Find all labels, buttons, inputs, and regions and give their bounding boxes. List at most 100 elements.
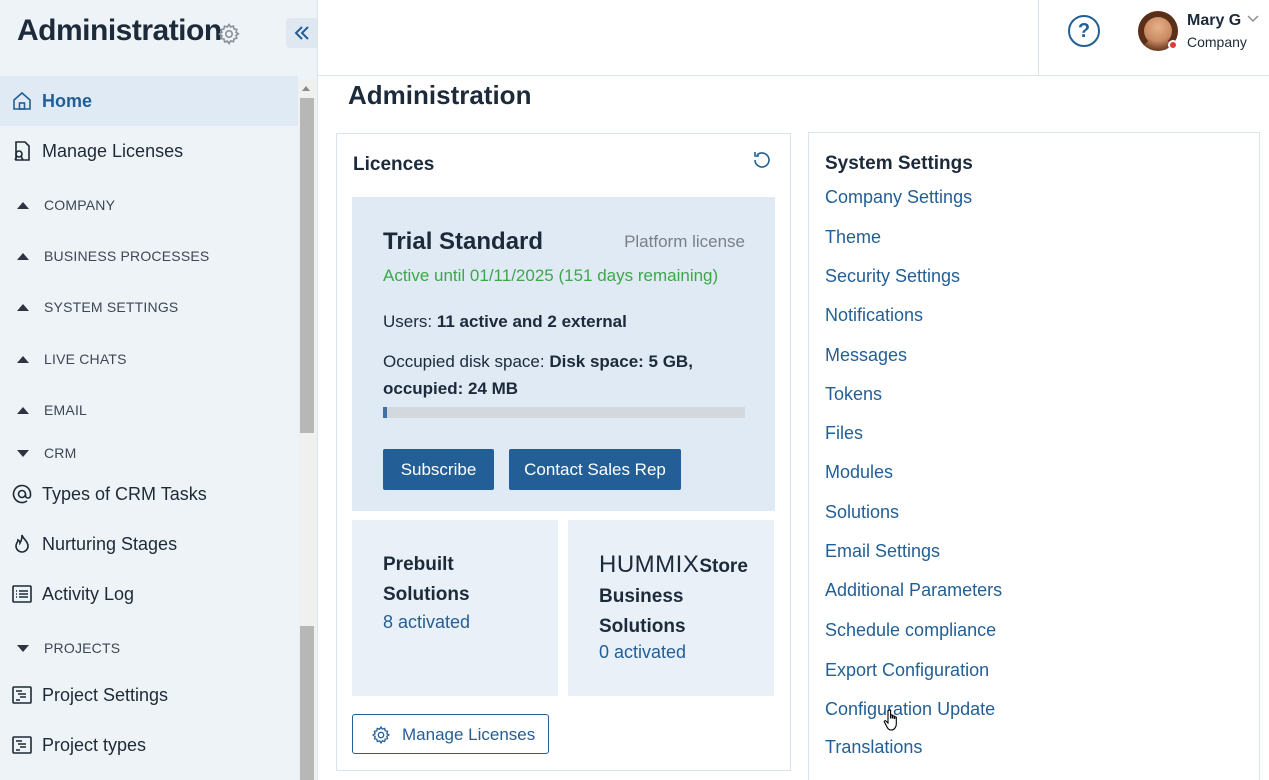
section-crm[interactable]: CRM (0, 438, 298, 468)
sidebar-scrollbar[interactable] (298, 80, 316, 780)
link-security-settings[interactable]: Security Settings (825, 266, 960, 287)
link-company-settings[interactable]: Company Settings (825, 187, 972, 208)
sidebar-item-project-settings[interactable]: Project Settings (0, 670, 298, 720)
sidebar-item-project-types[interactable]: Project types (0, 720, 298, 770)
list-icon (12, 585, 32, 603)
disk-label: Occupied disk space: (383, 352, 550, 371)
prebuilt-solutions-card[interactable]: Prebuilt Solutions 8 activated (352, 520, 558, 696)
section-label: PROJECTS (44, 640, 121, 656)
disk-usage-bar (383, 407, 745, 418)
sidebar-item-label: Manage Licenses (42, 140, 184, 161)
project-icon (12, 686, 32, 704)
store-brand-logo: HUMMIX (599, 551, 700, 578)
section-projects[interactable]: PROJECTS (0, 633, 298, 663)
flame-icon (15, 534, 29, 553)
section-label: CRM (44, 445, 77, 461)
section-label: BUSINESS PROCESSES (44, 248, 210, 264)
scroll-thumb-lower[interactable] (300, 626, 314, 780)
sidebar-item-manage-licenses[interactable]: Manage Licenses (0, 126, 298, 176)
hand-cursor-icon (883, 709, 897, 731)
users-label: Users: (383, 312, 437, 331)
sidebar-item-label: Project types (42, 734, 147, 755)
expand-icon (17, 201, 29, 209)
link-solutions[interactable]: Solutions (825, 502, 899, 523)
top-bar: ? Mary G Company (318, 0, 1269, 76)
plan-box: Trial Standard Platform license Active u… (352, 197, 775, 511)
gear-icon (371, 725, 391, 745)
contact-sales-button[interactable]: Contact Sales Rep (509, 449, 681, 490)
gear-icon[interactable] (217, 22, 241, 46)
divider (1038, 0, 1039, 75)
link-theme[interactable]: Theme (825, 227, 881, 248)
expand-icon (17, 252, 29, 260)
section-live-chats[interactable]: LIVE CHATS (0, 344, 298, 374)
section-label: SYSTEM SETTINGS (44, 299, 179, 315)
store-activated-link[interactable]: 0 activated (599, 642, 686, 663)
users-value: 11 active and 2 external (436, 312, 627, 331)
double-chevron-left-icon (294, 26, 309, 40)
at-icon (12, 484, 32, 504)
store-title-rest: Business Solutions (599, 586, 686, 637)
link-tokens[interactable]: Tokens (825, 384, 882, 405)
sidebar-item-label: Project Settings (42, 684, 169, 705)
prebuilt-title: Prebuilt Solutions (383, 554, 470, 605)
sidebar: Administration Home Manage Licenses COMP… (0, 0, 318, 780)
expand-icon (17, 355, 29, 363)
sidebar-item-label: Activity Log (42, 583, 135, 604)
user-company: Company (1187, 34, 1247, 50)
sidebar-item-activity-log[interactable]: Activity Log (0, 569, 298, 619)
store-solutions-card[interactable]: HUMMIXStore Business Solutions 0 activat… (568, 520, 774, 696)
collapse-icon (17, 449, 29, 457)
plan-name: Trial Standard (383, 228, 544, 255)
section-company[interactable]: COMPANY (0, 190, 298, 220)
sidebar-item-label: Nurturing Stages (42, 533, 178, 554)
section-system-settings[interactable]: SYSTEM SETTINGS (0, 292, 298, 322)
sidebar-item-nurturing-stages[interactable]: Nurturing Stages (0, 519, 298, 569)
user-name[interactable]: Mary G (1187, 12, 1241, 30)
manage-licenses-button[interactable]: Manage Licenses (352, 714, 549, 754)
section-label: COMPANY (44, 197, 116, 213)
section-label: EMAIL (44, 402, 88, 418)
store-title: HUMMIXStore Business Solutions (599, 550, 759, 642)
status-badge (1168, 40, 1178, 50)
link-export-configuration[interactable]: Export Configuration (825, 660, 989, 681)
link-configuration-update[interactable]: Configuration Update (825, 699, 995, 720)
project-icon (12, 736, 32, 754)
plan-active-status: Active until 01/11/2025 (151 days remain… (383, 266, 719, 285)
link-messages[interactable]: Messages (825, 345, 907, 366)
home-icon (13, 91, 31, 110)
plan-disk: Occupied disk space: Disk space: 5 GB, o… (383, 348, 743, 402)
link-email-settings[interactable]: Email Settings (825, 541, 940, 562)
plan-type: Platform license (624, 232, 745, 251)
expand-icon (17, 303, 29, 311)
section-label: LIVE CHATS (44, 351, 127, 367)
help-button[interactable]: ? (1068, 15, 1100, 47)
page-title: Administration (348, 80, 532, 110)
link-translations[interactable]: Translations (825, 737, 922, 758)
chevron-down-icon[interactable] (1246, 14, 1260, 24)
link-notifications[interactable]: Notifications (825, 305, 923, 326)
licences-title: Licences (353, 154, 435, 175)
link-additional-parameters[interactable]: Additional Parameters (825, 580, 1002, 601)
sidebar-item-home[interactable]: Home (0, 76, 298, 126)
refresh-icon[interactable] (751, 149, 773, 171)
license-icon (14, 141, 30, 161)
collapse-icon (17, 644, 29, 652)
prebuilt-activated-link[interactable]: 8 activated (383, 612, 470, 633)
scroll-thumb[interactable] (300, 98, 314, 433)
licences-card: Licences Trial Standard Platform license… (336, 133, 791, 771)
sidebar-title: Administration (17, 14, 222, 47)
system-settings-title: System Settings (825, 153, 973, 174)
manage-licenses-label: Manage Licenses (402, 725, 536, 744)
collapse-sidebar-button[interactable] (286, 18, 317, 48)
sidebar-item-types-of-crm-tasks[interactable]: Types of CRM Tasks (0, 469, 298, 519)
section-business-processes[interactable]: BUSINESS PROCESSES (0, 241, 298, 271)
scroll-up-icon[interactable] (302, 86, 310, 91)
plan-users: Users: 11 active and 2 external (383, 312, 627, 332)
system-settings-card: System Settings Company Settings Theme S… (808, 132, 1260, 780)
link-files[interactable]: Files (825, 423, 863, 444)
link-schedule-compliance[interactable]: Schedule compliance (825, 620, 996, 641)
section-email[interactable]: EMAIL (0, 395, 298, 425)
link-modules[interactable]: Modules (825, 462, 893, 483)
subscribe-button[interactable]: Subscribe (383, 449, 494, 490)
